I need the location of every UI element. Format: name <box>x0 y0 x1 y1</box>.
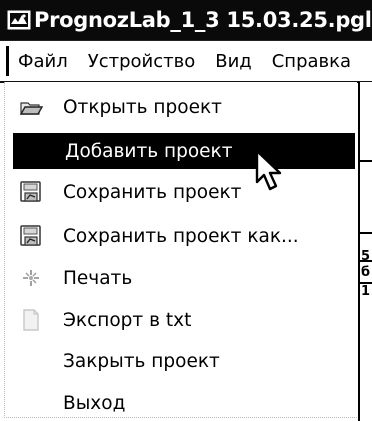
file-menu-dropdown: Открыть проект Добавить проект Сохранить… <box>4 82 357 418</box>
panel-cell-text: 5 <box>361 249 371 264</box>
menu-item-open-project[interactable]: Открыть проект <box>5 89 357 125</box>
menu-item-add-project[interactable]: Добавить проект <box>13 133 355 169</box>
menu-item-label: Добавить проект <box>65 140 233 162</box>
menu-item-label: Сохранить проект как... <box>63 225 299 247</box>
menu-item-label: Сохранить проект <box>63 181 242 203</box>
menu-file[interactable]: Файл <box>9 51 78 72</box>
panel-divider <box>360 232 372 234</box>
app-window-icon <box>7 8 31 32</box>
menu-item-label: Экспорт в txt <box>63 309 192 331</box>
window-titlebar: PrognozLab_1_3 15.03.25.pgl <box>0 0 372 40</box>
export-icon <box>19 308 43 332</box>
open-folder-icon <box>19 95 43 119</box>
menu-item-exit[interactable]: Выход <box>5 385 357 421</box>
menu-item-label: Печать <box>63 267 133 289</box>
menu-item-print[interactable]: Печать <box>5 260 357 296</box>
menu-item-label: Выход <box>63 392 126 414</box>
save-as-icon <box>19 224 43 248</box>
window-title: PrognozLab_1_3 15.03.25.pgl <box>34 8 372 32</box>
background-window-edge: 5 б 1 <box>358 82 372 421</box>
empty-icon-slot <box>19 349 43 373</box>
menubar: Файл Устройство Вид Справка <box>0 40 372 83</box>
menu-item-label: Закрыть проект <box>63 350 220 372</box>
panel-cell-text: б <box>361 265 371 280</box>
menu-item-close-project[interactable]: Закрыть проект <box>5 343 357 379</box>
mouse-pointer-icon <box>255 149 282 191</box>
menu-item-save-project-as[interactable]: Сохранить проект как... <box>5 218 357 254</box>
menu-help[interactable]: Справка <box>262 51 361 72</box>
save-icon <box>19 180 43 204</box>
menu-item-export-txt[interactable]: Экспорт в txt <box>5 302 357 338</box>
menu-view[interactable]: Вид <box>205 51 262 72</box>
menu-item-save-project[interactable]: Сохранить проект <box>5 174 357 210</box>
menu-device[interactable]: Устройство <box>78 51 206 72</box>
panel-divider <box>360 160 372 162</box>
menu-item-label: Открыть проект <box>63 96 222 118</box>
empty-icon-slot <box>19 391 43 415</box>
print-icon <box>19 266 43 290</box>
panel-cell-text: 1 <box>361 284 371 299</box>
